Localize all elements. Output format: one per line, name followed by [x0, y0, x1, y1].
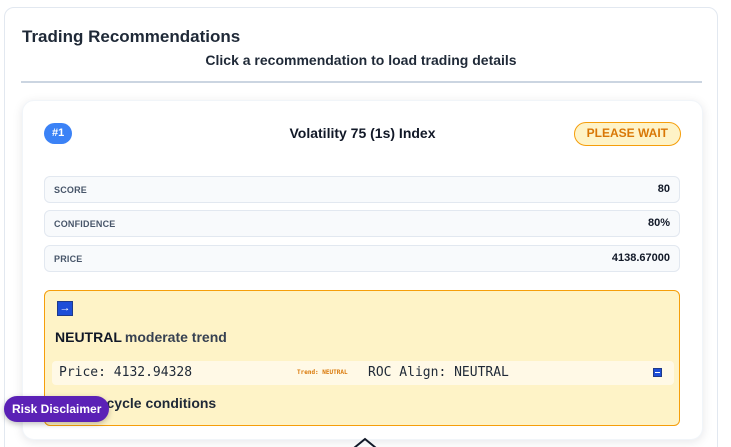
recommendations-panel: Trading Recommendations Click a recommen…	[4, 7, 718, 447]
panel-subtitle: Click a recommendation to load trading d…	[205, 52, 517, 68]
signal-strength: moderate trend	[124, 329, 227, 345]
collapse-toggle-icon[interactable]	[653, 368, 662, 377]
signal-direction: NEUTRAL	[55, 329, 122, 345]
metric-row-score: SCORE 80	[44, 176, 680, 203]
divider	[21, 81, 702, 83]
signal-box: → NEUTRAL moderate trend Price: 4132.9432…	[44, 290, 680, 426]
right-arrow-icon: →	[57, 301, 73, 316]
chevron-up-icon[interactable]	[352, 436, 378, 447]
trend-tag: Trend: NEUTRAL	[297, 369, 348, 376]
metric-value: 80	[657, 183, 670, 195]
status-badge: PLEASE WAIT	[573, 122, 681, 146]
metric-label: PRICE	[54, 254, 83, 264]
panel-title: Trading Recommendations	[22, 27, 241, 46]
metric-label: CONFIDENCE	[54, 219, 116, 229]
risk-disclaimer-button[interactable]: Risk Disclaimer	[4, 396, 110, 422]
signal-price: Price: 4132.94328	[59, 365, 193, 380]
metric-label: SCORE	[54, 185, 88, 195]
signal-detail-row: Price: 4132.94328 Trend: NEUTRAL ROC Ali…	[52, 361, 674, 385]
metric-value: 4138.67000	[611, 252, 670, 264]
metric-row-confidence: CONFIDENCE 80%	[44, 210, 680, 237]
metric-value: 80%	[647, 217, 670, 229]
recommendation-card[interactable]: #1 Volatility 75 (1s) Index PLEASE WAIT …	[22, 100, 703, 440]
roc-align: ROC Align: NEUTRAL	[368, 365, 509, 380]
signal-summary: NEUTRAL moderate trend	[55, 329, 227, 345]
metric-row-price: PRICE 4138.67000	[44, 245, 680, 272]
